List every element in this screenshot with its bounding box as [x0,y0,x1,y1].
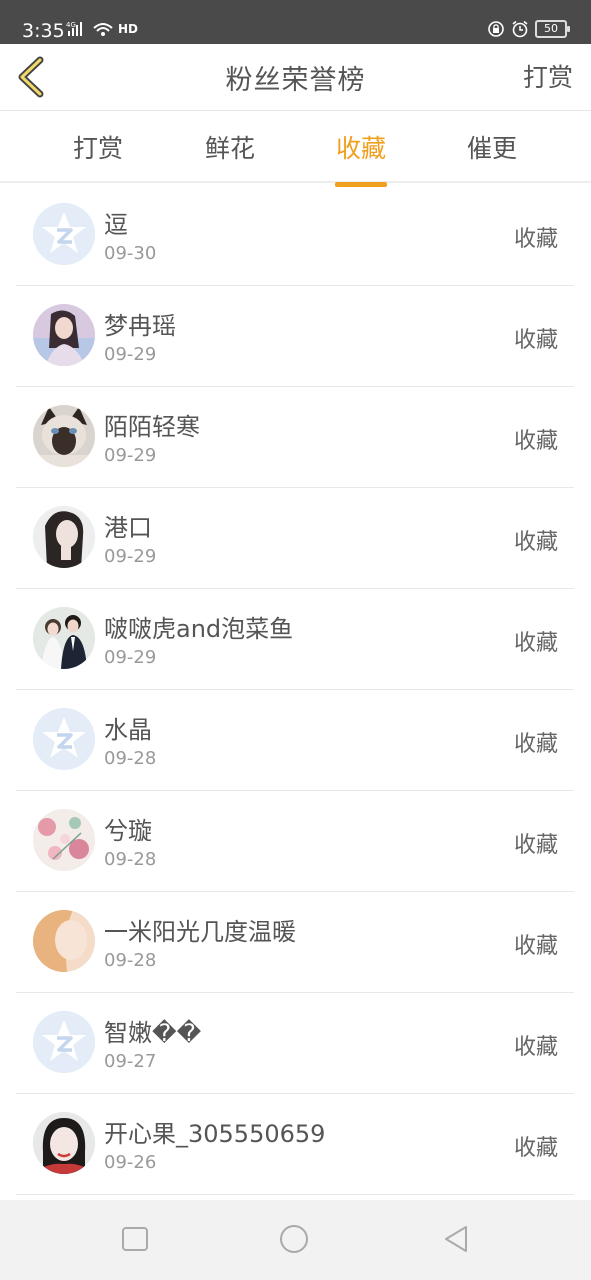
fan-name: 逗 [104,211,128,239]
list-item[interactable]: 逗 09-30 收藏 [16,185,574,286]
lock-rotation-icon [488,21,504,37]
siamese-cat-avatar-icon [33,405,95,467]
fan-name: 一米阳光几度温暖 [104,918,296,946]
list-item[interactable]: 港口 09-29 收藏 [16,488,574,589]
fan-date: 09-29 [104,546,157,567]
girl-photo-avatar-icon [33,304,95,366]
tab-label: 打赏 [72,134,123,163]
tab-label: 催更 [466,134,517,163]
fan-action: 收藏 [513,833,558,858]
fan-date: 09-26 [104,1152,157,1173]
app-header: 粉丝荣誉榜 打赏 [0,44,591,111]
fan-action: 收藏 [513,631,558,656]
fan-date: 09-28 [104,748,157,769]
fan-date: 09-30 [104,243,157,264]
fan-action: 收藏 [513,1136,558,1161]
flower-art-avatar-icon [33,809,95,871]
list-item[interactable]: 陌陌轻寒 09-29 收藏 [16,387,574,488]
status-bar: 3:35 4G HD 50 [0,0,591,44]
list-item[interactable]: 兮璇 09-28 收藏 [16,791,574,892]
fan-action: 收藏 [513,934,558,959]
fan-action: 收藏 [513,732,558,757]
fan-date: 09-29 [104,344,157,365]
status-time: 3:35 [22,20,65,42]
tab-collect[interactable]: 收藏 [311,129,411,187]
fan-date: 09-28 [104,950,157,971]
tab-label: 鲜花 [204,134,255,163]
fan-name: 陌陌轻寒 [104,413,200,441]
tab-urge-update[interactable]: 催更 [442,129,542,165]
fan-action: 收藏 [513,227,558,252]
tab-reward[interactable]: 打赏 [48,129,148,165]
list-item[interactable]: 一米阳光几度温暖 09-28 收藏 [16,892,574,993]
tab-bar: 打赏 鲜花 收藏 催更 [0,111,591,187]
hd-icon: HD [118,22,139,36]
battery-icon: 50 [535,20,570,38]
fan-name: 梦冉瑶 [104,312,176,340]
fan-name: 啵啵虎and泡菜鱼 [104,615,294,643]
home-circle-icon[interactable] [279,1224,309,1254]
fan-action: 收藏 [513,328,558,353]
fan-name: 港口 [104,514,152,542]
reward-button[interactable]: 打赏 [523,58,573,94]
fan-name: 水晶 [104,716,152,744]
recent-apps-icon[interactable] [120,1224,150,1254]
alarm-icon [512,20,528,38]
list-item[interactable]: 梦冉瑶 09-29 收藏 [16,286,574,387]
back-triangle-icon[interactable] [441,1224,471,1254]
fan-action: 收藏 [513,530,558,555]
battery-level: 50 [544,22,558,35]
fan-date: 09-29 [104,647,157,668]
fan-list: 逗 09-30 收藏 梦冉瑶 09-29 收藏 陌陌轻寒 09-29 收藏 港口… [16,185,574,1195]
fan-date: 09-29 [104,445,157,466]
tab-label: 收藏 [335,134,386,163]
fan-name: 开心果_305550659 [104,1120,326,1148]
fan-name: 智嫩�� [104,1019,202,1047]
default-qq-avatar-icon [33,1011,95,1073]
fan-name: 兮璇 [104,817,152,845]
couple-photo-avatar-icon [33,607,95,669]
girl-face-avatar-icon [33,1112,95,1174]
svg-text:4G: 4G [66,21,76,29]
blonde-girl-avatar-icon [33,910,95,972]
page-title: 粉丝荣誉榜 [225,65,366,96]
fan-date: 09-27 [104,1051,157,1072]
list-item[interactable]: 智嫩�� 09-27 收藏 [16,993,574,1094]
default-qq-avatar-icon [33,708,95,770]
system-navigation-bar [0,1200,591,1280]
list-item[interactable]: 啵啵虎and泡菜鱼 09-29 收藏 [16,589,574,690]
fan-action: 收藏 [513,429,558,454]
woman-portrait-avatar-icon [33,506,95,568]
fan-date: 09-28 [104,849,157,870]
list-item[interactable]: 开心果_305550659 09-26 收藏 [16,1094,574,1195]
tab-flowers[interactable]: 鲜花 [180,129,280,165]
default-qq-avatar-icon [33,203,95,265]
list-item[interactable]: 水晶 09-28 收藏 [16,690,574,791]
cellular-signal-icon: 4G [66,21,113,36]
fan-action: 收藏 [513,1035,558,1060]
